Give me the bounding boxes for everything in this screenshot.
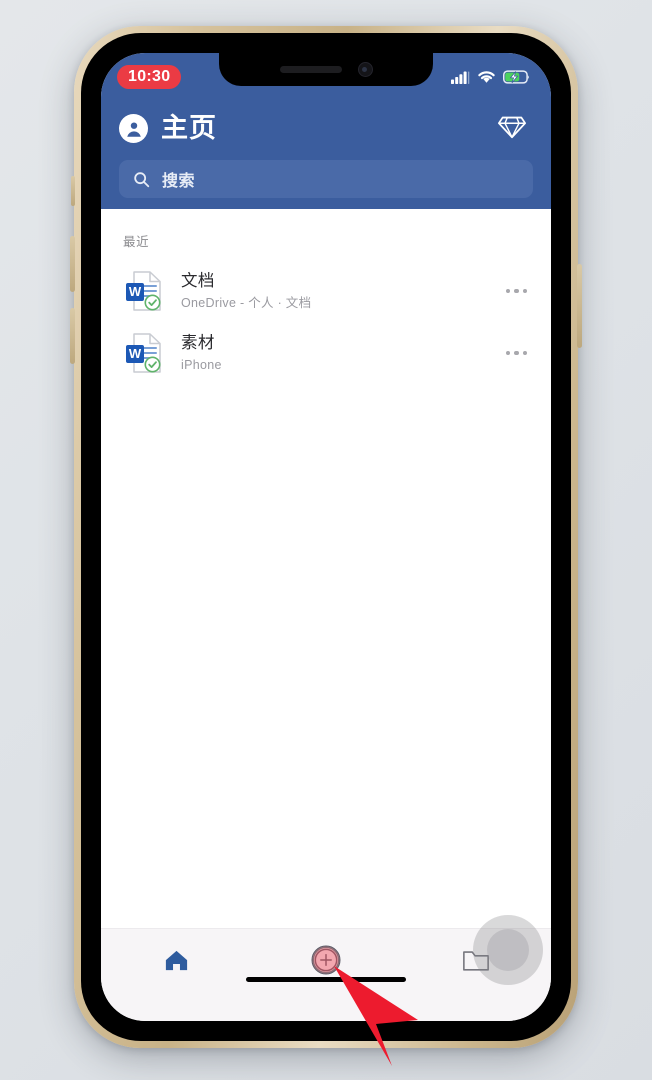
word-document-icon: W: [123, 331, 165, 375]
list-item[interactable]: W 文档 OneDrive - 个人 · 文档: [101, 260, 551, 322]
dot: [522, 288, 527, 294]
phone-screen: 10:30 主页 搜索 最近 W 文档 OneDrive - 个人 · 文档 W…: [101, 53, 551, 1021]
list-item-text: 素材 iPhone: [181, 333, 502, 373]
list-item-text: 文档 OneDrive - 个人 · 文档: [181, 271, 502, 311]
phone-bezel: 10:30 主页 搜索 最近 W 文档 OneDrive - 个人 · 文档 W…: [81, 33, 571, 1041]
dot: [522, 350, 527, 356]
battery-charging-icon: [503, 70, 529, 84]
search-placeholder-text: 搜索: [162, 173, 196, 190]
account-avatar-icon: [126, 121, 141, 137]
status-bar-icons: [451, 70, 531, 84]
header-title-row: 主页: [101, 101, 551, 160]
notch: [219, 53, 433, 86]
more-options-button[interactable]: [502, 343, 532, 364]
cellular-signal-icon: [451, 71, 470, 84]
tab-bar: [101, 915, 551, 991]
svg-text:W: W: [129, 284, 142, 299]
bottom-safe-area: [101, 991, 551, 1021]
more-options-button[interactable]: [502, 281, 532, 302]
silent-switch-button[interactable]: [71, 176, 75, 206]
list-item-subtitle: iPhone: [181, 357, 222, 372]
content-area: 最近 W 文档 OneDrive - 个人 · 文档 W 素材 iPhone: [101, 209, 551, 928]
dot: [505, 288, 510, 294]
list-item-subtitle: OneDrive - 个人 · 文档: [181, 295, 312, 310]
status-bar-time[interactable]: 10:30: [117, 64, 182, 90]
search-container: 搜索: [101, 160, 551, 209]
dot: [505, 350, 510, 356]
section-label-recent: 最近: [123, 235, 150, 249]
wifi-icon: [478, 71, 495, 83]
search-icon: [134, 171, 150, 187]
home-icon: [165, 950, 187, 970]
svg-text:W: W: [129, 346, 142, 361]
earpiece-speaker-icon: [279, 66, 342, 73]
assistive-touch-button[interactable]: [473, 915, 543, 985]
avatar[interactable]: [119, 114, 148, 143]
tap-highlight-indicator: [311, 945, 341, 975]
premium-diamond-button[interactable]: [493, 107, 531, 150]
volume-up-button[interactable]: [70, 236, 75, 292]
tab-home[interactable]: [101, 929, 251, 991]
page-title: 主页: [161, 112, 217, 143]
list-item-title: 文档: [181, 271, 215, 290]
dot: [514, 350, 519, 356]
phone-device-frame: 10:30 主页 搜索 最近 W 文档 OneDrive - 个人 · 文档 W…: [70, 26, 582, 1048]
dot: [514, 288, 519, 294]
home-indicator[interactable]: [246, 977, 406, 982]
power-button[interactable]: [577, 264, 582, 348]
list-item[interactable]: W 素材 iPhone: [101, 322, 551, 384]
volume-down-button[interactable]: [70, 308, 75, 364]
list-item-title: 素材: [181, 333, 215, 352]
search-input[interactable]: 搜索: [119, 160, 533, 198]
front-camera-icon: [357, 62, 373, 77]
word-document-icon: W: [123, 269, 165, 313]
diamond-icon: [497, 116, 527, 139]
